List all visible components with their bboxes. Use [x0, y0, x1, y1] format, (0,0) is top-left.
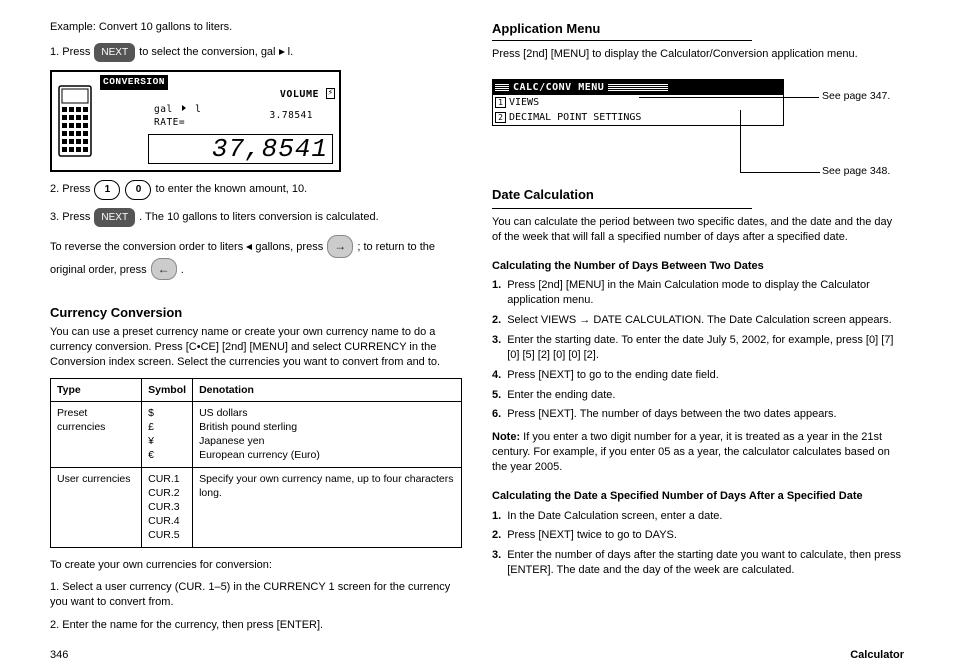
callout-1: See page 347.: [822, 90, 890, 103]
lcd-category: VOLUME: [280, 88, 319, 102]
lcd-screen: CONVERSION VOLUME ⚡ gal l RATE= 3.78541 …: [50, 70, 341, 172]
app-menu-heading: Application Menu: [492, 20, 904, 38]
left-column: Example: Convert 10 gallons to liters. 1…: [50, 20, 462, 641]
menu-item-views: VIEWS: [509, 97, 539, 108]
table-row: US dollars British pound sterling Japane…: [193, 401, 462, 467]
key-right: →: [327, 235, 353, 257]
step-3: 3. Press NEXT . The 10 gallons to liters…: [50, 208, 462, 228]
table-row: Preset currencies: [51, 401, 142, 467]
battery-icon: ⚡: [326, 88, 335, 99]
next-key: NEXT: [94, 208, 135, 228]
list-item: In the Date Calculation screen, enter a …: [507, 509, 722, 524]
list-item: Enter the starting date. To enter the da…: [507, 333, 904, 363]
list-item: Press [2nd] [MENU] in the Main Calculati…: [507, 278, 904, 308]
arrow-right-icon: [279, 49, 285, 55]
currency-intro: You can use a preset currency name or cr…: [50, 325, 462, 370]
table-row: User currencies: [51, 467, 142, 547]
right-column: Application Menu Press [2nd] [MENU] to d…: [492, 20, 904, 641]
step-2: 2. Press 1 0 to enter the known amount, …: [50, 180, 462, 200]
user-step-1: 1. Select a user currency (CUR. 1–5) in …: [50, 580, 462, 610]
arrow-right-icon: [182, 105, 186, 111]
callout-line: [639, 97, 819, 98]
th-type: Type: [51, 378, 142, 401]
table-row: $ £ ¥ €: [142, 401, 193, 467]
list-item: Press [NEXT]. The number of days between…: [507, 407, 836, 422]
list-item: Select VIEWS → DATE CALCULATION. The Dat…: [507, 313, 892, 328]
menu-title: CALC/CONV MENU: [513, 81, 604, 94]
list-item: Press [NEXT] to go to the ending date fi…: [507, 368, 719, 383]
calculator-icon: [52, 72, 98, 170]
note-label: Note:: [492, 431, 523, 443]
list-item: Enter the number of days after the start…: [507, 548, 904, 578]
currency-table: Type Symbol Denotation Preset currencies…: [50, 378, 462, 548]
lcd-conversion: gal l RATE=: [154, 104, 201, 130]
callout-line: [740, 110, 741, 172]
lcd-rate-value: 3.78541: [269, 110, 313, 123]
next-key: NEXT: [94, 43, 135, 63]
reverse-note: To reverse the conversion order to liter…: [50, 235, 462, 279]
app-menu-intro: Press [2nd] [MENU] to display the Calcul…: [492, 47, 904, 62]
list-item: Enter the ending date.: [507, 388, 615, 403]
lcd-mode-title: CONVERSION: [100, 75, 168, 90]
note-text: If you enter a two digit number for a ye…: [492, 431, 890, 473]
callout-2: See page 348.: [822, 165, 890, 178]
step-1: 1. Press NEXT to select the conversion, …: [50, 43, 462, 63]
section-title: Calculator: [850, 648, 904, 663]
callout-line: [740, 172, 820, 173]
th-denotation: Denotation: [193, 378, 462, 401]
arrow-left-icon: [246, 244, 252, 250]
sub-heading: Calculating the Date a Specified Number …: [492, 489, 904, 504]
list-item: Press [NEXT] twice to go to DAYS.: [507, 528, 677, 543]
date-calc-heading: Date Calculation: [492, 186, 904, 204]
lcd-entry: 37,8541: [148, 134, 333, 164]
key-0: 0: [125, 180, 151, 200]
user-curr-intro: To create your own currencies for conver…: [50, 558, 462, 573]
page-number: 346: [50, 648, 68, 663]
table-row: Specify your own currency name, up to fo…: [193, 467, 462, 547]
example-intro: Example: Convert 10 gallons to liters.: [50, 20, 462, 35]
key-1: 1: [94, 180, 120, 200]
currency-heading: Currency Conversion: [50, 304, 462, 322]
key-left: ←: [151, 258, 177, 280]
date-calc-intro: You can calculate the period between two…: [492, 215, 904, 245]
menu-item-decimal: DECIMAL POINT SETTINGS: [509, 112, 641, 123]
th-symbol: Symbol: [142, 378, 193, 401]
table-row: CUR.1 CUR.2 CUR.3 CUR.4 CUR.5: [142, 467, 193, 547]
user-step-2: 2. Enter the name for the currency, then…: [50, 618, 462, 633]
sub-heading: Calculating the Number of Days Between T…: [492, 259, 904, 274]
